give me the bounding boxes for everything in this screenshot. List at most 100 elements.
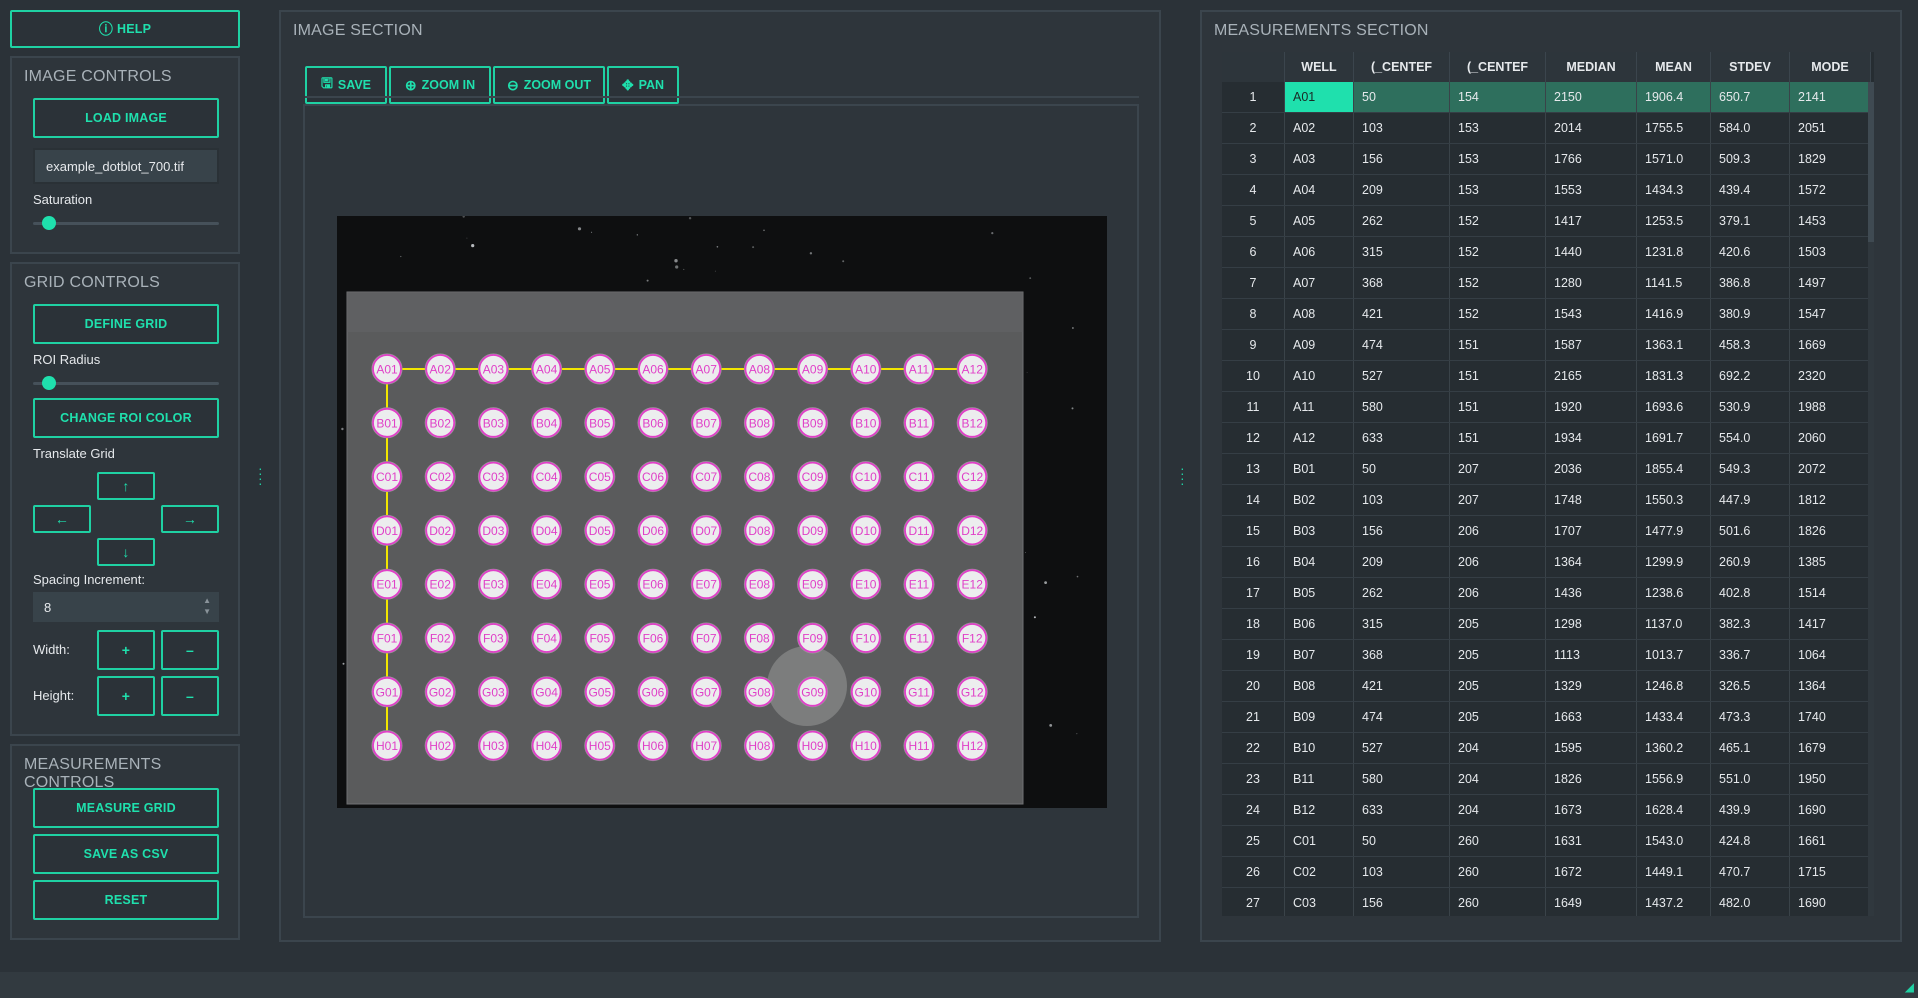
cell-well[interactable]: A08: [1284, 298, 1354, 330]
well-roi[interactable]: F09: [797, 622, 829, 654]
well-roi[interactable]: H06: [637, 730, 669, 762]
well-roi[interactable]: H12: [956, 730, 988, 762]
cell-y-center[interactable]: 153: [1449, 143, 1546, 175]
well-roi[interactable]: H05: [584, 730, 616, 762]
cell-mean[interactable]: 1246.8: [1636, 670, 1711, 702]
well-roi[interactable]: A07: [690, 353, 722, 385]
spacing-increment-input[interactable]: 8 ▲ ▼: [33, 592, 219, 622]
cell-median[interactable]: 1553: [1545, 174, 1637, 206]
zoom-in-button[interactable]: ⊕ ZOOM IN: [389, 66, 491, 104]
well-roi[interactable]: C04: [531, 461, 563, 493]
row-index[interactable]: 9: [1222, 329, 1285, 361]
well-roi[interactable]: D01: [371, 514, 403, 546]
table-row[interactable]: 11 A11 580 151 1920 1693.6 530.9 1988: [1222, 391, 1871, 423]
well-roi[interactable]: H09: [797, 730, 829, 762]
well-roi[interactable]: H08: [743, 730, 775, 762]
cell-mean[interactable]: 1416.9: [1636, 298, 1711, 330]
cell-mean[interactable]: 1906.4: [1636, 82, 1711, 113]
cell-x-center[interactable]: 262: [1353, 577, 1450, 609]
column-header-mean[interactable]: MEAN: [1636, 52, 1711, 82]
well-roi[interactable]: B12: [956, 407, 988, 439]
table-row[interactable]: 1 A01 50 154 2150 1906.4 650.7 2141: [1222, 82, 1871, 113]
cell-mode[interactable]: 1453: [1789, 205, 1871, 237]
table-scrollbar-thumb[interactable]: [1868, 82, 1874, 242]
cell-mode[interactable]: 2320: [1789, 360, 1871, 392]
cell-mode[interactable]: 1385: [1789, 546, 1871, 578]
row-index[interactable]: 25: [1222, 825, 1285, 857]
cell-median[interactable]: 1649: [1545, 887, 1637, 916]
well-roi[interactable]: A01: [371, 353, 403, 385]
cell-x-center[interactable]: 50: [1353, 453, 1450, 485]
row-index[interactable]: 4: [1222, 174, 1285, 206]
zoom-out-button[interactable]: ⊖ ZOOM OUT: [493, 66, 605, 104]
well-roi[interactable]: H10: [850, 730, 882, 762]
cell-median[interactable]: 2165: [1545, 360, 1637, 392]
cell-mean[interactable]: 1855.4: [1636, 453, 1711, 485]
cell-well[interactable]: A03: [1284, 143, 1354, 175]
cell-well[interactable]: B03: [1284, 515, 1354, 547]
well-roi[interactable]: B07: [690, 407, 722, 439]
well-roi[interactable]: A02: [424, 353, 456, 385]
table-row[interactable]: 15 B03 156 206 1707 1477.9 501.6 1826: [1222, 515, 1871, 547]
cell-y-center[interactable]: 204: [1449, 763, 1546, 795]
change-roi-color-button[interactable]: CHANGE ROI COLOR: [33, 398, 219, 438]
row-index[interactable]: 20: [1222, 670, 1285, 702]
cell-well[interactable]: A11: [1284, 391, 1354, 423]
cell-mean[interactable]: 1449.1: [1636, 856, 1711, 888]
cell-mean[interactable]: 1628.4: [1636, 794, 1711, 826]
cell-stdev[interactable]: 692.2: [1710, 360, 1790, 392]
cell-x-center[interactable]: 315: [1353, 236, 1450, 268]
table-body[interactable]: 1 A01 50 154 2150 1906.4 650.7 2141 2 A02 103 153 20…: [1222, 82, 1871, 916]
well-roi[interactable]: F08: [743, 622, 775, 654]
cell-x-center[interactable]: 156: [1353, 887, 1450, 916]
reset-button[interactable]: RESET: [33, 880, 219, 920]
table-row[interactable]: 10 A10 527 151 2165 1831.3 692.2 2320: [1222, 360, 1871, 392]
cell-well[interactable]: B06: [1284, 608, 1354, 640]
pan-button[interactable]: ✥ PAN: [607, 66, 679, 104]
well-roi[interactable]: E01: [371, 568, 403, 600]
row-index[interactable]: 10: [1222, 360, 1285, 392]
cell-y-center[interactable]: 152: [1449, 298, 1546, 330]
cell-y-center[interactable]: 153: [1449, 174, 1546, 206]
well-roi[interactable]: G09: [797, 676, 829, 708]
well-roi[interactable]: C07: [690, 461, 722, 493]
well-roi[interactable]: D10: [850, 514, 882, 546]
cell-y-center[interactable]: 151: [1449, 422, 1546, 454]
cell-stdev[interactable]: 458.3: [1710, 329, 1790, 361]
well-roi[interactable]: A05: [584, 353, 616, 385]
cell-y-center[interactable]: 151: [1449, 360, 1546, 392]
well-roi[interactable]: C11: [903, 461, 935, 493]
cell-mode[interactable]: 1740: [1789, 701, 1871, 733]
table-row[interactable]: 22 B10 527 204 1595 1360.2 465.1 1679: [1222, 732, 1871, 764]
well-roi[interactable]: E03: [477, 568, 509, 600]
cell-mode[interactable]: 1572: [1789, 174, 1871, 206]
cell-median[interactable]: 1436: [1545, 577, 1637, 609]
cell-median[interactable]: 1329: [1545, 670, 1637, 702]
cell-median[interactable]: 1672: [1545, 856, 1637, 888]
cell-mode[interactable]: 1812: [1789, 484, 1871, 516]
well-roi[interactable]: G08: [743, 676, 775, 708]
well-roi[interactable]: D02: [424, 514, 456, 546]
column-header-stdev[interactable]: STDEV: [1710, 52, 1790, 82]
cell-stdev[interactable]: 482.0: [1710, 887, 1790, 916]
well-roi[interactable]: B04: [531, 407, 563, 439]
cell-mode[interactable]: 1547: [1789, 298, 1871, 330]
cell-x-center[interactable]: 474: [1353, 701, 1450, 733]
cell-stdev[interactable]: 447.9: [1710, 484, 1790, 516]
well-roi[interactable]: G05: [584, 676, 616, 708]
cell-mode[interactable]: 1417: [1789, 608, 1871, 640]
well-roi[interactable]: F02: [424, 622, 456, 654]
well-roi[interactable]: C06: [637, 461, 669, 493]
cell-x-center[interactable]: 368: [1353, 267, 1450, 299]
well-roi[interactable]: H11: [903, 730, 935, 762]
cell-y-center[interactable]: 206: [1449, 515, 1546, 547]
table-row[interactable]: 20 B08 421 205 1329 1246.8 326.5 1364: [1222, 670, 1871, 702]
cell-median[interactable]: 1826: [1545, 763, 1637, 795]
well-roi[interactable]: F01: [371, 622, 403, 654]
well-roi[interactable]: B05: [584, 407, 616, 439]
cell-mode[interactable]: 1364: [1789, 670, 1871, 702]
well-roi[interactable]: E02: [424, 568, 456, 600]
well-roi[interactable]: E07: [690, 568, 722, 600]
well-roi[interactable]: G02: [424, 676, 456, 708]
saturation-slider-thumb[interactable]: [42, 216, 57, 230]
